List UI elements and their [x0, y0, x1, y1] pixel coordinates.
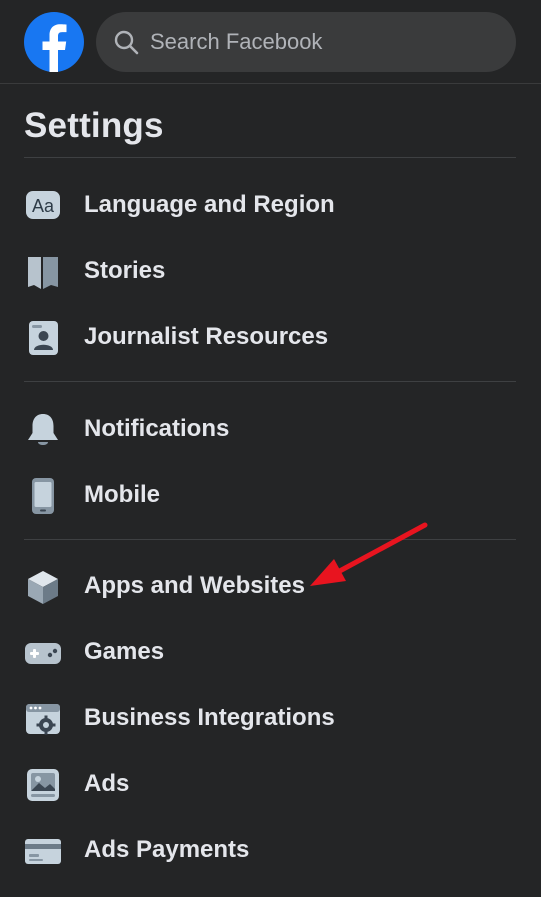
- settings-item-notifications[interactable]: Notifications: [14, 401, 526, 457]
- red-annotation-arrow-icon: [310, 522, 428, 586]
- credit-card-icon: [25, 839, 61, 864]
- settings-item-apps-and-websites[interactable]: Apps and Websites: [14, 558, 526, 614]
- settings-item-language-and-region[interactable]: Aa Language and Region: [14, 177, 526, 233]
- settings-item-stories[interactable]: Stories: [14, 243, 526, 299]
- settings-item-label: Notifications: [84, 415, 230, 442]
- language-icon: Aa: [26, 191, 60, 219]
- settings-item-label: Ads Payments: [84, 836, 250, 863]
- settings-item-label: Stories: [84, 257, 166, 284]
- svg-text:Aa: Aa: [32, 196, 55, 216]
- ads-image-icon: [27, 769, 59, 801]
- settings-item-label: Games: [84, 638, 165, 665]
- stories-book-icon: [28, 257, 58, 289]
- mobile-phone-icon: [32, 478, 54, 514]
- settings-item-ads-payments[interactable]: Ads Payments: [14, 822, 526, 878]
- settings-item-label: Business Integrations: [84, 704, 335, 731]
- settings-item-games[interactable]: Games: [14, 624, 526, 680]
- settings-item-mobile[interactable]: Mobile: [14, 467, 526, 523]
- bell-icon: [28, 414, 58, 445]
- page-title: Settings: [24, 106, 164, 145]
- divider: [24, 157, 516, 158]
- journalist-badge-icon: [29, 321, 58, 355]
- search-input[interactable]: Search Facebook: [96, 12, 516, 72]
- divider: [24, 381, 516, 382]
- divider: [24, 539, 516, 540]
- search-placeholder: Search Facebook: [150, 29, 323, 54]
- business-integrations-icon: [26, 704, 60, 735]
- cube-icon: [28, 571, 58, 604]
- settings-item-label: Journalist Resources: [84, 323, 329, 350]
- settings-item-ads[interactable]: Ads: [14, 756, 526, 812]
- settings-item-label: Ads: [84, 770, 130, 797]
- settings-item-label: Apps and Websites: [84, 572, 305, 599]
- search-icon: [114, 30, 139, 55]
- settings-item-business-integrations[interactable]: Business Integrations: [14, 690, 526, 746]
- settings-item-label: Language and Region: [84, 191, 335, 218]
- settings-item-label: Mobile: [84, 481, 160, 508]
- gamepad-icon: [25, 643, 61, 664]
- facebook-logo-icon[interactable]: [24, 12, 84, 72]
- settings-item-journalist-resources[interactable]: Journalist Resources: [14, 309, 526, 365]
- top-bar: Search Facebook: [0, 0, 541, 84]
